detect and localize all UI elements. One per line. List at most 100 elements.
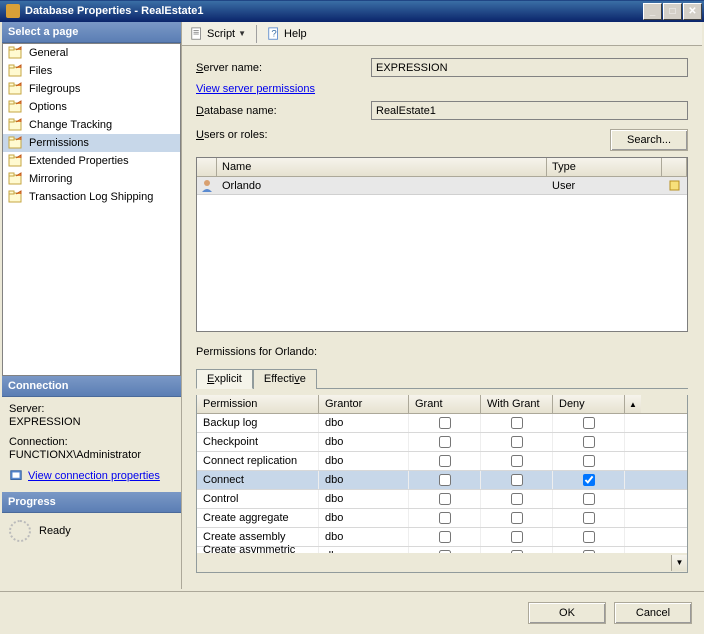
tab-effective[interactable]: Effective <box>253 369 317 389</box>
deny-checkbox[interactable] <box>583 436 595 448</box>
with-grant-checkbox[interactable] <box>511 512 523 524</box>
user-type: User <box>547 180 662 192</box>
edit-icon[interactable] <box>668 179 682 193</box>
sidebar-item-general[interactable]: General <box>3 44 180 62</box>
app-icon <box>6 4 20 18</box>
minimize-button[interactable]: _ <box>643 3 662 20</box>
user-name: Orlando <box>217 180 547 192</box>
tab-explicit[interactable]: Explicit <box>196 369 253 389</box>
help-button[interactable]: ? Help <box>264 26 310 42</box>
grant-checkbox[interactable] <box>439 493 451 505</box>
grant-checkbox[interactable] <box>439 474 451 486</box>
connection-block: Server: EXPRESSION Connection: FUNCTIONX… <box>2 397 181 492</box>
deny-checkbox[interactable] <box>583 474 595 486</box>
col-grantor[interactable]: Grantor <box>319 395 409 413</box>
perm-name: Connect replication <box>197 452 319 470</box>
permissions-for-label: Permissions for Orlando: <box>196 346 688 358</box>
maximize-button[interactable]: □ <box>663 3 682 20</box>
col-with-grant[interactable]: With Grant <box>481 395 553 413</box>
page-list[interactable]: General Files Filegroups Options Change Trac… <box>2 43 181 376</box>
right-panel: Script ▼ ? Help Server name: View server… <box>182 22 702 589</box>
progress-status: Ready <box>39 525 71 537</box>
database-name-label: Database name: <box>196 105 371 117</box>
server-name-input <box>371 58 688 77</box>
with-grant-checkbox[interactable] <box>511 455 523 467</box>
window-title: Database Properties - RealEstate1 <box>25 5 643 17</box>
grant-checkbox[interactable] <box>439 436 451 448</box>
sidebar-item-label: Extended Properties <box>29 155 129 167</box>
progress-block: Ready <box>2 513 181 549</box>
grid-header-spacer <box>197 158 217 176</box>
with-grant-checkbox[interactable] <box>511 474 523 486</box>
sidebar-item-label: General <box>29 47 68 59</box>
perm-grantor: dbo <box>319 528 409 546</box>
grant-checkbox[interactable] <box>439 417 451 429</box>
grant-checkbox[interactable] <box>439 531 451 543</box>
deny-checkbox[interactable] <box>583 455 595 467</box>
users-label: Users or roles: <box>196 129 268 141</box>
progress-spinner-icon <box>9 520 31 542</box>
left-panel: Select a page GeneralFilesFilegroupsOpti… <box>2 22 182 589</box>
perm-grantor: dbo <box>319 452 409 470</box>
users-grid[interactable]: Name Type OrlandoUser <box>196 157 688 332</box>
sidebar-item-label: Mirroring <box>29 173 72 185</box>
deny-checkbox[interactable] <box>583 493 595 505</box>
permission-row[interactable]: Controldbo <box>197 490 687 509</box>
permissions-grid[interactable]: Permission Grantor Grant With Grant Deny… <box>196 395 688 573</box>
with-grant-checkbox[interactable] <box>511 531 523 543</box>
deny-checkbox[interactable] <box>583 512 595 524</box>
view-server-permissions-link[interactable]: View server permissions <box>196 83 315 95</box>
col-permission[interactable]: Permission <box>197 395 319 413</box>
scroll-down-icon[interactable]: ▼ <box>671 555 687 571</box>
conn-label: Connection: <box>9 436 174 448</box>
permission-row[interactable]: Create aggregatedbo <box>197 509 687 528</box>
with-grant-checkbox[interactable] <box>511 493 523 505</box>
search-button[interactable]: Search... <box>610 129 688 151</box>
grant-checkbox[interactable] <box>439 455 451 467</box>
button-bar: OK Cancel <box>0 591 704 634</box>
script-icon <box>190 27 204 41</box>
user-icon <box>200 179 214 193</box>
perm-name: Checkpoint <box>197 433 319 451</box>
scroll-up-icon[interactable]: ▲ <box>625 395 641 413</box>
permission-row[interactable]: Connectdbo <box>197 471 687 490</box>
cancel-button[interactable]: Cancel <box>614 602 692 624</box>
connection-icon <box>9 469 23 483</box>
col-name[interactable]: Name <box>217 158 547 176</box>
script-button[interactable]: Script ▼ <box>187 26 249 42</box>
sidebar-item-options[interactable]: Options <box>3 98 180 116</box>
with-grant-checkbox[interactable] <box>511 417 523 429</box>
deny-checkbox[interactable] <box>583 531 595 543</box>
sidebar-item-mirroring[interactable]: Mirroring <box>3 170 180 188</box>
close-button[interactable]: ✕ <box>683 3 702 20</box>
database-name-input <box>371 101 688 120</box>
col-end <box>662 158 687 176</box>
sidebar-item-permissions[interactable]: Permissions <box>3 134 180 152</box>
permission-row[interactable]: Backup logdbo <box>197 414 687 433</box>
permission-row[interactable]: Connect replicationdbo <box>197 452 687 471</box>
permission-row[interactable]: Checkpointdbo <box>197 433 687 452</box>
sidebar-item-transaction-log-shipping[interactable]: Transaction Log Shipping <box>3 188 180 206</box>
view-connection-link[interactable]: View connection properties <box>9 469 160 483</box>
deny-checkbox[interactable] <box>583 417 595 429</box>
col-deny[interactable]: Deny <box>553 395 625 413</box>
with-grant-checkbox[interactable] <box>511 436 523 448</box>
sidebar-item-extended-properties[interactable]: Extended Properties <box>3 152 180 170</box>
sidebar-item-label: Permissions <box>29 137 89 149</box>
perm-grantor: dbo <box>319 414 409 432</box>
server-name: EXPRESSION <box>9 416 174 428</box>
sidebar-item-label: Filegroups <box>29 83 80 95</box>
conn-name: FUNCTIONX\Administrator <box>9 449 174 461</box>
sidebar-item-label: Change Tracking <box>29 119 112 131</box>
col-grant[interactable]: Grant <box>409 395 481 413</box>
col-type[interactable]: Type <box>547 158 662 176</box>
perm-name: Connect <box>197 471 319 489</box>
perm-grantor: dbo <box>319 509 409 527</box>
help-icon: ? <box>267 27 281 41</box>
sidebar-item-change-tracking[interactable]: Change Tracking <box>3 116 180 134</box>
sidebar-item-filegroups[interactable]: Filegroups <box>3 80 180 98</box>
ok-button[interactable]: OK <box>528 602 606 624</box>
user-row[interactable]: OrlandoUser <box>197 177 687 195</box>
sidebar-item-files[interactable]: Files <box>3 62 180 80</box>
grant-checkbox[interactable] <box>439 512 451 524</box>
